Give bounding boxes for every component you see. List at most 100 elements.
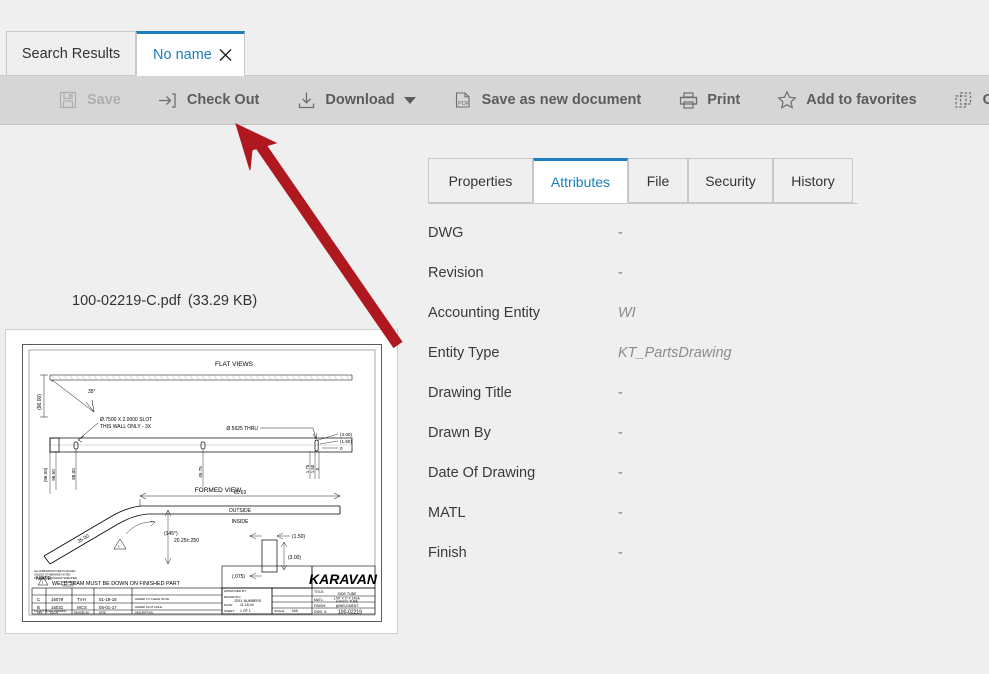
tab-security-label: Security <box>705 172 756 189</box>
svg-text:MCS: MCS <box>77 605 87 610</box>
document-preview-pane: 100-02219-C.pdf (33.29 KB) FLAT VIEWS FOR… <box>0 125 420 674</box>
star-icon <box>776 89 798 111</box>
svg-text:16079: 16079 <box>51 597 64 602</box>
attribute-list: DWG - Revision - Accounting Entity WI En… <box>428 213 968 573</box>
svg-text:SCALE:: SCALE: <box>274 609 285 613</box>
properties-pane: Properties Attributes File Security Hist… <box>420 125 989 674</box>
tab-history[interactable]: History <box>773 158 853 203</box>
svg-text:PDF: PDF <box>458 101 470 107</box>
download-button[interactable]: Download <box>286 76 424 125</box>
attribute-row-matl: MATL - <box>428 493 968 533</box>
svg-text:TVH: TVH <box>77 597 86 602</box>
save-button[interactable]: Save <box>48 76 130 125</box>
tab-no-name-label: No name <box>153 46 212 63</box>
print-button[interactable]: Print <box>668 76 749 125</box>
file-name-header: 100-02219-C.pdf (33.29 KB) <box>72 293 257 309</box>
attribute-row-accounting-entity: Accounting Entity WI <box>428 293 968 333</box>
check-out-arrow-icon <box>157 89 179 111</box>
attribute-row-date-of-drawing: Date Of Drawing - <box>428 453 968 493</box>
check-out-button[interactable]: Check Out <box>148 76 269 125</box>
svg-text:N/A: N/A <box>292 609 299 613</box>
attribute-value: WI <box>618 305 636 321</box>
svg-text:(96.00): (96.00) <box>37 394 43 410</box>
svg-text:SIDE TUBE: SIDE TUBE <box>338 592 358 596</box>
svg-text:05-01-17: 05-01-17 <box>99 605 117 610</box>
svg-text:(3.00): (3.00) <box>288 555 301 561</box>
svg-text:SHEET:: SHEET: <box>224 609 235 613</box>
add-to-favorites-label: Add to favorites <box>806 92 917 108</box>
svg-text:(.075): (.075) <box>232 574 245 580</box>
svg-text:96.50: 96.50 <box>51 469 56 481</box>
svg-text:FLAT VIEWS: FLAT VIEWS <box>215 361 254 368</box>
tab-search-results[interactable]: Search Results <box>6 31 136 76</box>
svg-text:35°: 35° <box>88 389 96 395</box>
svg-text:FINISH:: FINISH: <box>314 604 326 608</box>
save-label: Save <box>87 92 121 108</box>
tab-history-label: History <box>791 172 835 189</box>
pdf-thumbnail[interactable]: FLAT VIEWS FORMED VIEW 35° (96.00) Ø.750… <box>5 329 398 634</box>
attribute-label: Drawing Title <box>428 385 512 401</box>
tab-properties-label: Properties <box>448 172 513 189</box>
svg-text:45.75: 45.75 <box>198 466 203 478</box>
tab-file-label: File <box>646 172 670 189</box>
tab-security[interactable]: Security <box>688 158 773 203</box>
attribute-value: - <box>618 385 623 401</box>
svg-text:ADDED TO CLEAN NOTE: ADDED TO CLEAN NOTE <box>135 597 169 601</box>
svg-text:DATE:: DATE: <box>224 603 233 607</box>
tab-file[interactable]: File <box>628 158 688 203</box>
attribute-value: - <box>618 265 623 281</box>
copy-button[interactable]: Copy <box>944 76 989 125</box>
close-icon[interactable] <box>219 48 232 61</box>
svg-text:(3.00): (3.00) <box>340 432 352 437</box>
technical-drawing-svg: FLAT VIEWS FORMED VIEW 35° (96.00) Ø.750… <box>22 344 382 622</box>
attribute-label: Date Of Drawing <box>428 465 536 481</box>
svg-text:61.63: 61.63 <box>234 490 247 496</box>
svg-text:ADDED SLOT HOLE: ADDED SLOT HOLE <box>135 605 162 609</box>
svg-text:ALL DIMENSIONS ARE IN INCHES: ALL DIMENSIONS ARE IN INCHES <box>34 569 76 573</box>
svg-text:88.00: 88.00 <box>71 468 76 480</box>
svg-text:TITLE:: TITLE: <box>314 590 324 594</box>
save-as-new-document-button[interactable]: PDF Save as new document <box>443 76 651 125</box>
copy-icon <box>953 89 975 111</box>
svg-text:H.R.P.O. TUBE: H.R.P.O. TUBE <box>336 600 358 604</box>
attribute-row-dwg: DWG - <box>428 213 968 253</box>
attribute-label: Accounting Entity <box>428 305 541 321</box>
attribute-value: - <box>618 505 623 521</box>
svg-text:UNLESS OTHERWISE NOTED: UNLESS OTHERWISE NOTED <box>34 573 71 577</box>
printer-icon <box>677 89 699 111</box>
file-name: 100-02219-C.pdf <box>72 293 181 309</box>
svg-text:1 OF 1: 1 OF 1 <box>240 609 251 613</box>
document-toolbar: Save Check Out Download PDF Save as new … <box>0 76 989 125</box>
svg-text:01-19-18: 01-19-18 <box>99 597 117 602</box>
download-icon <box>295 89 317 111</box>
pdf-file-icon: PDF <box>452 89 474 111</box>
svg-text:ANGLES: ANGLES <box>62 584 73 588</box>
attribute-label: Revision <box>428 265 484 281</box>
add-to-favorites-button[interactable]: Add to favorites <box>767 76 925 125</box>
download-label: Download <box>325 92 395 108</box>
save-as-new-document-label: Save as new document <box>481 92 642 108</box>
attribute-value: - <box>618 545 623 561</box>
svg-text:100-02219: 100-02219 <box>338 610 362 616</box>
tab-attributes[interactable]: Attributes <box>533 158 628 203</box>
svg-text:(1.50): (1.50) <box>292 534 305 540</box>
svg-text:DO NOT SCALE DRAWING: DO NOT SCALE DRAWING <box>34 609 66 613</box>
attribute-row-entity-type: Entity Type KT_PartsDrawing <box>428 333 968 373</box>
chevron-down-icon[interactable] <box>403 96 416 104</box>
attribute-label: Drawn By <box>428 425 491 441</box>
tab-search-results-label: Search Results <box>21 45 121 62</box>
svg-text:!: ! <box>118 544 119 549</box>
save-floppy-icon <box>57 89 79 111</box>
tab-properties[interactable]: Properties <box>428 158 533 203</box>
svg-text:REVISED BY: REVISED BY <box>74 611 90 615</box>
svg-text:Ø.7500 X 2.0000 SLOT: Ø.7500 X 2.0000 SLOT <box>100 417 152 423</box>
svg-text:KARAVAN: KARAVAN <box>309 571 378 587</box>
tab-no-name[interactable]: No name <box>136 31 245 76</box>
svg-text:0: 0 <box>340 446 343 451</box>
document-tab-bar: Search Results No name <box>0 0 989 76</box>
svg-text:11-18-04: 11-18-04 <box>240 603 254 607</box>
svg-text:@WELDMENT: @WELDMENT <box>336 604 359 608</box>
attribute-row-drawing-title: Drawing Title - <box>428 373 968 413</box>
svg-text:!: ! <box>42 580 43 585</box>
attribute-row-revision: Revision - <box>428 253 968 293</box>
